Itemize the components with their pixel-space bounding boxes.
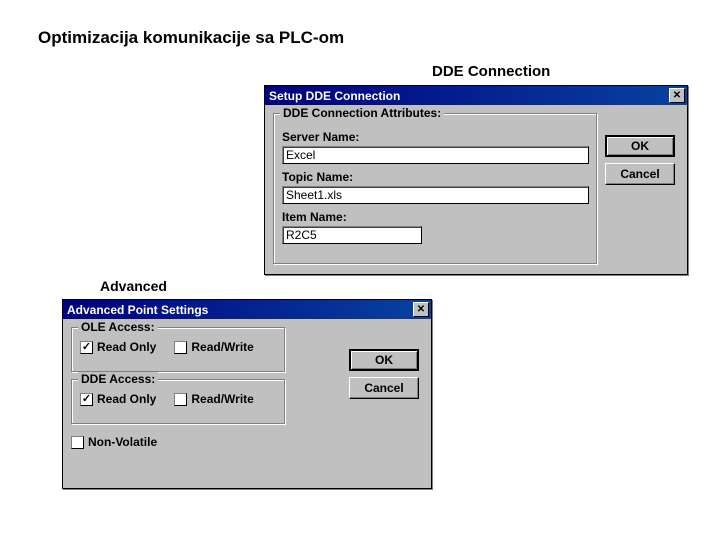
server-name-label: Server Name: [282, 130, 589, 144]
checkbox-icon[interactable] [71, 436, 84, 449]
ole-read-only-label: Read Only [97, 340, 156, 354]
advanced-dialog-title: Advanced Point Settings [67, 303, 208, 317]
dde-dialog: Setup DDE Connection ✕ DDE Connection At… [264, 85, 688, 275]
close-icon[interactable]: ✕ [669, 88, 685, 103]
cancel-button[interactable]: Cancel [605, 163, 675, 185]
cancel-button[interactable]: Cancel [349, 377, 419, 399]
dde-access-legend: DDE Access: [78, 372, 158, 386]
ok-button[interactable]: OK [605, 135, 675, 157]
item-name-input[interactable] [282, 226, 422, 244]
dde-read-only-checkbox[interactable]: Read Only [80, 392, 156, 406]
advanced-dialog: Advanced Point Settings ✕ OLE Access: Re… [62, 299, 432, 489]
item-name-label: Item Name: [282, 210, 589, 224]
non-volatile-checkbox[interactable]: Non-Volatile [71, 435, 286, 449]
dde-read-write-label: Read/Write [191, 392, 253, 406]
ole-access-legend: OLE Access: [78, 320, 158, 334]
non-volatile-label: Non-Volatile [88, 435, 157, 449]
advanced-titlebar: Advanced Point Settings ✕ [63, 300, 431, 319]
dde-attributes-group: DDE Connection Attributes: Server Name: … [273, 113, 598, 265]
ole-read-write-checkbox[interactable]: Read/Write [174, 340, 253, 354]
checkbox-icon[interactable] [174, 341, 187, 354]
page-title: Optimizacija komunikacije sa PLC-om [38, 28, 344, 48]
checkbox-icon[interactable] [80, 341, 93, 354]
advanced-section-label: Advanced [100, 278, 167, 294]
ole-access-group: OLE Access: Read Only Read/Write [71, 327, 286, 373]
ole-read-only-checkbox[interactable]: Read Only [80, 340, 156, 354]
ok-button[interactable]: OK [349, 349, 419, 371]
dde-read-only-label: Read Only [97, 392, 156, 406]
topic-name-label: Topic Name: [282, 170, 589, 184]
dde-section-label: DDE Connection [432, 63, 550, 80]
ole-read-write-label: Read/Write [191, 340, 253, 354]
topic-name-input[interactable] [282, 186, 589, 204]
dde-dialog-title: Setup DDE Connection [269, 89, 400, 103]
dde-titlebar: Setup DDE Connection ✕ [265, 86, 687, 105]
dde-group-legend: DDE Connection Attributes: [280, 106, 444, 120]
checkbox-icon[interactable] [80, 393, 93, 406]
checkbox-icon[interactable] [174, 393, 187, 406]
server-name-input[interactable] [282, 146, 589, 164]
close-icon[interactable]: ✕ [413, 302, 429, 317]
dde-access-group: DDE Access: Read Only Read/Write [71, 379, 286, 425]
dde-read-write-checkbox[interactable]: Read/Write [174, 392, 253, 406]
